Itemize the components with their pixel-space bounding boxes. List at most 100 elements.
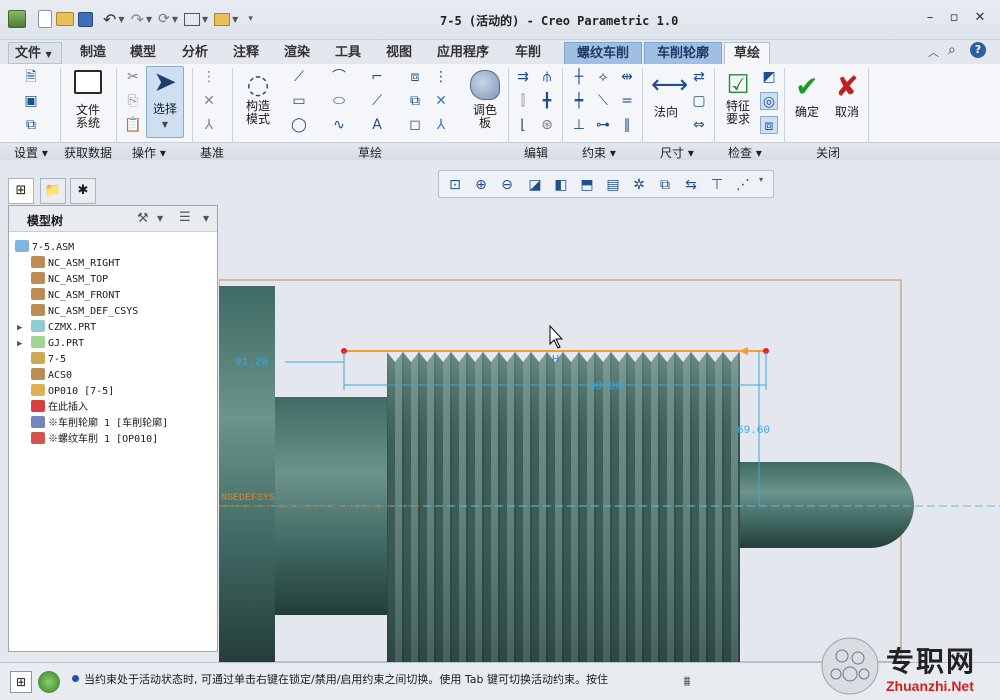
sketch-view-icon[interactable]: ⧉ (22, 116, 40, 134)
horizontal-constraint-icon[interactable]: ┿ (570, 92, 588, 110)
tree-item[interactable]: 7-5.ASM (15, 240, 74, 256)
tree-item[interactable]: NC_ASM_RIGHT (31, 256, 120, 272)
circle-icon[interactable]: ◯ (290, 116, 308, 134)
rectangle-icon[interactable]: ▭ (290, 92, 308, 110)
new-file-icon[interactable] (38, 10, 52, 28)
model-tree-tab-icon[interactable]: ⊞ (8, 178, 34, 204)
references-icon[interactable]: ▣ (22, 92, 40, 110)
tree-item[interactable]: ※车削轮廓 1 [车削轮廓] (31, 416, 168, 432)
filter-icon[interactable]: ⩩ (676, 671, 698, 693)
tree-item[interactable]: NC_ASM_DEF_CSYS (31, 304, 138, 320)
tree-item[interactable]: NC_ASM_TOP (31, 272, 108, 288)
csys-icon[interactable]: ⅄ (200, 116, 218, 134)
file-system-button[interactable]: 文件 系统 (66, 70, 110, 130)
group-setup-label[interactable]: 设置 ▾ (14, 144, 48, 161)
copy-icon[interactable]: ⎘ (124, 92, 142, 110)
centerline-icon[interactable]: ⋮ (200, 68, 218, 86)
dim-length-text[interactable]: 90.00 (589, 381, 622, 393)
windows-icon[interactable] (184, 12, 201, 26)
fillet-icon[interactable]: ⌐ (368, 68, 386, 86)
baseline-icon[interactable]: ⇔ (690, 116, 708, 134)
midpoint-constraint-icon[interactable]: ⟍ (594, 92, 612, 110)
close-window-folder-icon[interactable] (214, 12, 231, 26)
select-button[interactable]: ➤ 选择 ▼ (146, 66, 184, 138)
tab-annotate[interactable]: 注释 (227, 42, 265, 64)
refit-icon[interactable]: ⊡ (445, 175, 465, 195)
palette-button[interactable]: 调色 板 (466, 70, 504, 130)
tab-turn-profile[interactable]: 车削轮廓 (644, 42, 722, 64)
coincident-constraint-icon[interactable]: ⊶ (594, 116, 612, 134)
feature-requirements-button[interactable]: ☑ 特征 要求 (718, 70, 758, 126)
tab-file[interactable]: 文件 ▼ (8, 42, 62, 64)
cut-icon[interactable]: ✂ (124, 68, 142, 86)
help-icon[interactable]: ? (970, 42, 986, 58)
favorites-tab-icon[interactable]: ✱ (70, 178, 96, 204)
tab-analysis[interactable]: 分析 (176, 42, 214, 64)
regenerate-icon[interactable]: ⟳ (158, 11, 170, 27)
redo-icon[interactable]: ↷ (131, 10, 144, 29)
vertex-display-icon[interactable]: ⋰ (733, 175, 753, 195)
chamfer-icon[interactable]: ⟋ (368, 92, 386, 110)
offset-icon[interactable]: ⧈ (406, 68, 424, 86)
tree-item[interactable]: ▶ GJ.PRT (17, 336, 84, 352)
redo-dropdown-icon[interactable]: ▼ (146, 15, 152, 24)
spline-icon[interactable]: ∿ (330, 116, 348, 134)
overlapping-geometry-icon[interactable]: ◩ (760, 68, 778, 86)
normal-dimension-button[interactable]: ⟷ 法向 (646, 70, 688, 119)
equal-constraint-icon[interactable]: = (618, 92, 636, 110)
symmetric-constraint-icon[interactable]: ⇹ (618, 68, 636, 86)
text-icon[interactable]: A (368, 116, 386, 134)
model-view[interactable]: NSEDEFSYS 91.20 90.00 69.60 H (219, 200, 1000, 662)
sketch-display-icon[interactable]: ⧉ (655, 175, 675, 195)
group-inspect-label[interactable]: 检查 ▾ (728, 144, 762, 161)
maximize-icon[interactable]: ▫ (946, 10, 962, 26)
thicken-icon[interactable]: ⧉ (406, 92, 424, 110)
tab-model[interactable]: 模型 (124, 42, 162, 64)
graphics-window[interactable]: NSEDEFSYS 91.20 90.00 69.60 H (219, 200, 1000, 662)
folder-browser-tab-icon[interactable]: 📁 (40, 178, 66, 204)
repaint-icon[interactable]: ◪ (525, 175, 545, 195)
point-icon[interactable]: ✕ (200, 92, 218, 110)
dimension-display-icon[interactable]: ⇆ (681, 175, 701, 195)
undo-icon[interactable]: ↶ (103, 10, 116, 29)
tree-item[interactable]: OP010 [7-5] (31, 384, 114, 400)
zoom-out-icon[interactable]: ⊖ (497, 175, 517, 195)
view-manager-icon[interactable]: ▤ (603, 175, 623, 195)
shade-closed-loops-icon[interactable]: ⧈ (760, 116, 778, 134)
saved-orientations-icon[interactable]: ⬒ (577, 175, 597, 195)
tab-view[interactable]: 视图 (380, 42, 418, 64)
ellipse-icon[interactable]: ⬭ (330, 92, 348, 110)
undo-dropdown-icon[interactable]: ▼ (118, 15, 124, 24)
constraint-display-icon[interactable]: ⊤ (707, 175, 727, 195)
perimeter-icon[interactable]: ⇄ (690, 68, 708, 86)
group-constrain-label[interactable]: 约束 ▾ (582, 144, 616, 161)
parallel-constraint-icon[interactable]: ∥ (618, 116, 636, 134)
tree-item[interactable]: 7-5 (31, 352, 66, 368)
tree-settings-icon[interactable]: ⚒ (137, 211, 149, 226)
folder-dropdown-icon[interactable]: ▼ (232, 15, 238, 24)
ribbon-minimize-icon[interactable]: ︿ (928, 44, 939, 60)
sketch-point-icon[interactable]: ✕ (432, 92, 450, 110)
project-icon[interactable]: ◻ (406, 116, 424, 134)
minimize-icon[interactable]: – (922, 10, 938, 26)
tab-manufacturing[interactable]: 制造 (74, 42, 112, 64)
expand-arrow-icon[interactable]: ▶ (17, 320, 22, 336)
tree-item[interactable]: ※螺纹车削 1 [OP010] (31, 432, 158, 448)
horizontal-constraint-symbol[interactable]: H (552, 354, 559, 365)
modify-icon[interactable]: ⇉ (514, 68, 532, 86)
regenerate-dropdown-icon[interactable]: ▼ (172, 15, 178, 24)
corner-icon[interactable]: ⌊ (514, 116, 532, 134)
paste-icon[interactable]: 📋 (124, 116, 142, 134)
tab-tools[interactable]: 工具 (329, 42, 367, 64)
navigator-toggle-icon[interactable]: ⊞ (10, 671, 32, 693)
tree-item[interactable]: ACS0 (31, 368, 72, 384)
save-icon[interactable] (78, 11, 93, 27)
customize-toolbar-icon[interactable]: ▾ (248, 14, 253, 24)
windows-dropdown-icon[interactable]: ▼ (202, 15, 208, 24)
expand-arrow-icon[interactable]: ▶ (17, 336, 22, 352)
cancel-button[interactable]: ✘ 取消 (830, 72, 864, 119)
dim-left-text[interactable]: 91.20 (235, 357, 268, 369)
tab-turning[interactable]: 车削 (509, 42, 547, 64)
sketch-csys-icon[interactable]: ⅄ (432, 116, 450, 134)
arc-icon[interactable]: ⌒ (330, 68, 348, 86)
